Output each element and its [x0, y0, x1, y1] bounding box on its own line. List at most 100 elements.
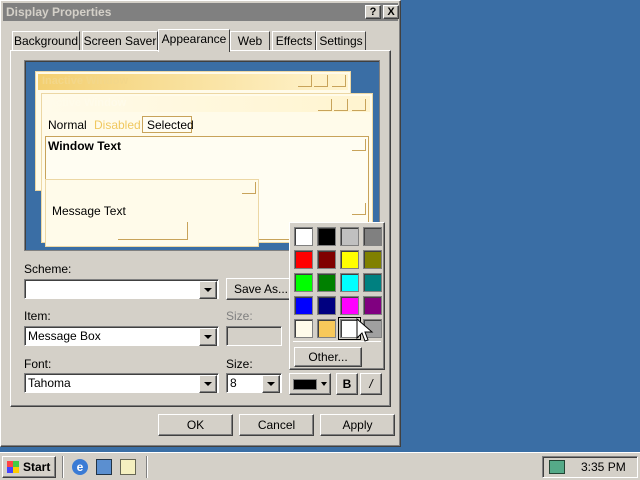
start-label: Start — [23, 460, 51, 474]
menu-selected: Selected — [142, 116, 194, 133]
chevron-down-icon[interactable] — [199, 375, 217, 393]
color-swatch[interactable] — [340, 227, 359, 246]
tab-settings[interactable]: Settings — [316, 31, 366, 51]
scroll-up-icon — [352, 139, 366, 151]
help-icon: ? — [369, 6, 377, 18]
italic-icon: / — [369, 377, 373, 391]
font-color-button[interactable] — [289, 373, 331, 395]
menu-selected-label: Selected — [147, 118, 194, 132]
menu-disabled: Disabled — [94, 118, 141, 132]
taskbar: Start e 3:35 PM — [0, 452, 640, 480]
chevron-down-icon[interactable] — [199, 281, 217, 299]
color-swatch[interactable] — [294, 273, 313, 292]
tab-effects[interactable]: Effects — [272, 31, 316, 51]
tab-label: Screen Saver — [83, 34, 157, 48]
scroll-down-icon — [352, 203, 366, 215]
apply-label: Apply — [342, 418, 373, 432]
color-swatch[interactable] — [363, 273, 382, 292]
chevron-down-icon[interactable] — [199, 328, 217, 346]
save-as-label: Save As... — [233, 282, 289, 296]
item-label: Item: — [24, 309, 51, 323]
close-icon: X — [387, 6, 395, 18]
internet-explorer-icon[interactable]: e — [72, 459, 88, 475]
color-swatch[interactable] — [317, 250, 336, 269]
current-color-swatch — [293, 379, 317, 390]
clock[interactable]: 3:35 PM — [581, 460, 626, 474]
tab-web[interactable]: Web — [230, 31, 270, 51]
message-text: Message Text — [52, 204, 126, 218]
tab-appearance[interactable]: Appearance — [158, 29, 230, 52]
network-icon[interactable] — [549, 460, 565, 474]
tab-label: Background — [13, 34, 79, 48]
font-label: Font: — [24, 357, 52, 371]
color-swatch[interactable] — [363, 250, 382, 269]
tab-label: Appearance — [161, 32, 227, 46]
tab-label: Effects — [275, 34, 313, 48]
taskbar-divider — [146, 456, 148, 478]
item-select[interactable]: Message Box — [24, 326, 219, 346]
close-icon — [332, 75, 346, 87]
cancel-button[interactable]: Cancel — [239, 414, 314, 436]
outlook-express-icon[interactable] — [120, 459, 136, 475]
scheme-label: Scheme: — [24, 262, 72, 276]
color-swatch[interactable] — [317, 273, 336, 292]
close-icon — [242, 182, 256, 194]
cancel-label: Cancel — [257, 418, 296, 432]
maximize-icon — [314, 75, 328, 87]
inactive-window-title: Inactive Window — [42, 75, 129, 87]
menu-normal: Normal — [48, 118, 87, 132]
show-desktop-icon[interactable] — [96, 459, 112, 475]
close-button[interactable]: X — [383, 5, 399, 19]
font-select[interactable]: Tahoma — [24, 373, 219, 393]
help-button[interactable]: ? — [365, 5, 381, 19]
save-as-button[interactable]: Save As... — [226, 278, 296, 300]
color-swatch[interactable] — [363, 227, 382, 246]
color-swatch[interactable] — [317, 227, 336, 246]
chevron-down-icon — [321, 382, 327, 386]
other-colors-label: Other... — [308, 350, 348, 364]
message-box-preview: Message Box Message Text — [45, 179, 259, 247]
item-value: Message Box — [28, 329, 101, 343]
chevron-down-icon[interactable] — [262, 375, 280, 393]
tab-background[interactable]: Background — [12, 31, 80, 51]
font-size-select[interactable]: 8 — [226, 373, 282, 393]
tab-screen-saver[interactable]: Screen Saver — [82, 31, 158, 51]
active-window-title: Active Window — [48, 97, 127, 109]
color-swatch[interactable] — [294, 319, 313, 338]
color-swatch[interactable] — [340, 296, 359, 315]
other-colors-button[interactable]: Other... — [294, 347, 362, 367]
apply-button[interactable]: Apply — [320, 414, 395, 436]
color-swatch[interactable] — [294, 227, 313, 246]
tab-label: Settings — [319, 34, 363, 48]
item-size-label: Size: — [226, 309, 253, 323]
ok-button[interactable]: OK — [158, 414, 233, 436]
font-size-value: 8 — [230, 376, 237, 390]
color-picker-popup: Other... — [289, 222, 385, 370]
window-title: Display Properties — [6, 5, 112, 19]
color-swatch[interactable] — [340, 273, 359, 292]
item-size-spinner[interactable] — [226, 326, 282, 346]
minimize-icon — [298, 75, 312, 87]
start-button[interactable]: Start — [2, 456, 56, 478]
color-swatch[interactable] — [294, 296, 313, 315]
minimize-icon — [318, 99, 332, 111]
font-size-label: Size: — [226, 357, 253, 371]
windows-logo-part — [13, 467, 19, 473]
message-box-title: Message Box — [48, 181, 119, 193]
scheme-select[interactable] — [24, 279, 219, 299]
system-tray: 3:35 PM — [542, 456, 638, 478]
color-swatch[interactable] — [340, 250, 359, 269]
font-value: Tahoma — [28, 376, 71, 390]
color-swatch[interactable] — [317, 319, 336, 338]
color-swatch[interactable] — [317, 296, 336, 315]
mouse-cursor-icon — [356, 318, 374, 342]
bold-icon: B — [342, 377, 352, 391]
color-swatch[interactable] — [294, 250, 313, 269]
color-swatch[interactable] — [363, 296, 382, 315]
maximize-icon — [334, 99, 348, 111]
ok-label: OK — [186, 418, 205, 432]
tab-label: Web — [237, 34, 263, 48]
bold-button[interactable]: B — [336, 373, 358, 395]
title-bar[interactable]: Display Properties — [3, 3, 398, 21]
italic-button[interactable]: / — [360, 373, 382, 395]
